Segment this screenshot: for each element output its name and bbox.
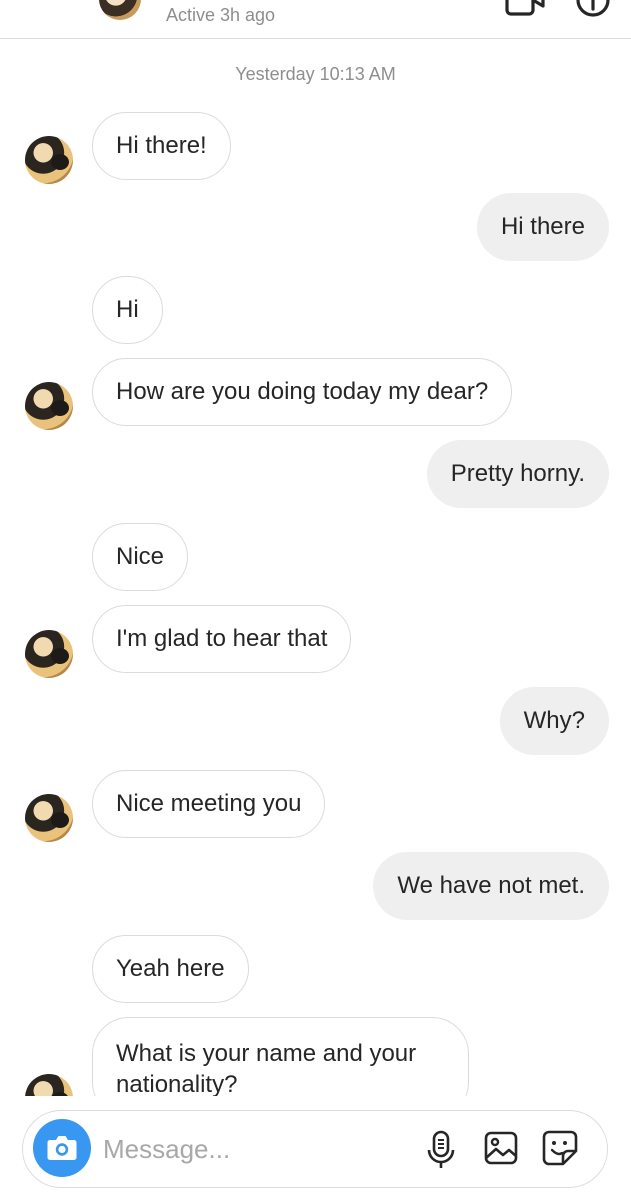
message-outgoing[interactable]: Pretty horny. bbox=[426, 440, 609, 508]
microphone-icon[interactable] bbox=[425, 1130, 457, 1170]
message-incoming[interactable]: Yeah here bbox=[92, 935, 249, 1003]
message-incoming[interactable]: Nice meeting you bbox=[92, 770, 326, 838]
sender-avatar[interactable] bbox=[25, 794, 73, 842]
gallery-icon[interactable] bbox=[483, 1130, 519, 1166]
camera-icon bbox=[47, 1136, 77, 1160]
message-incoming[interactable]: What is your name and your nationality? bbox=[92, 1017, 469, 1096]
sender-avatar[interactable] bbox=[25, 136, 73, 184]
message-composer bbox=[22, 1110, 608, 1188]
message-outgoing[interactable]: Hi there bbox=[476, 193, 609, 261]
message-incoming[interactable]: Hi there! bbox=[92, 112, 231, 180]
message-incoming[interactable]: How are you doing today my dear? bbox=[92, 358, 513, 426]
message-incoming[interactable]: Hi bbox=[92, 276, 163, 344]
video-call-icon[interactable] bbox=[505, 0, 545, 16]
message-incoming[interactable]: Nice bbox=[92, 523, 189, 591]
sender-avatar[interactable] bbox=[25, 1074, 73, 1096]
sender-avatar[interactable] bbox=[25, 630, 73, 678]
message-outgoing[interactable]: Why? bbox=[499, 687, 609, 755]
sticker-icon[interactable] bbox=[541, 1129, 579, 1167]
active-status: Active 3h ago bbox=[166, 5, 276, 25]
camera-button[interactable] bbox=[33, 1119, 91, 1177]
chat-header: Active 3h ago bbox=[0, 0, 631, 39]
message-input[interactable] bbox=[103, 1131, 403, 1167]
back-arrow-icon[interactable] bbox=[14, 0, 58, 16]
sender-avatar[interactable] bbox=[25, 382, 73, 430]
message-incoming[interactable]: I'm glad to hear that bbox=[92, 605, 352, 673]
header-avatar[interactable] bbox=[99, 0, 141, 20]
message-thread: Hi there! Hi there Hi How are you doing … bbox=[0, 38, 631, 1096]
message-outgoing[interactable]: We have not met. bbox=[373, 852, 609, 920]
info-icon[interactable] bbox=[575, 0, 611, 18]
